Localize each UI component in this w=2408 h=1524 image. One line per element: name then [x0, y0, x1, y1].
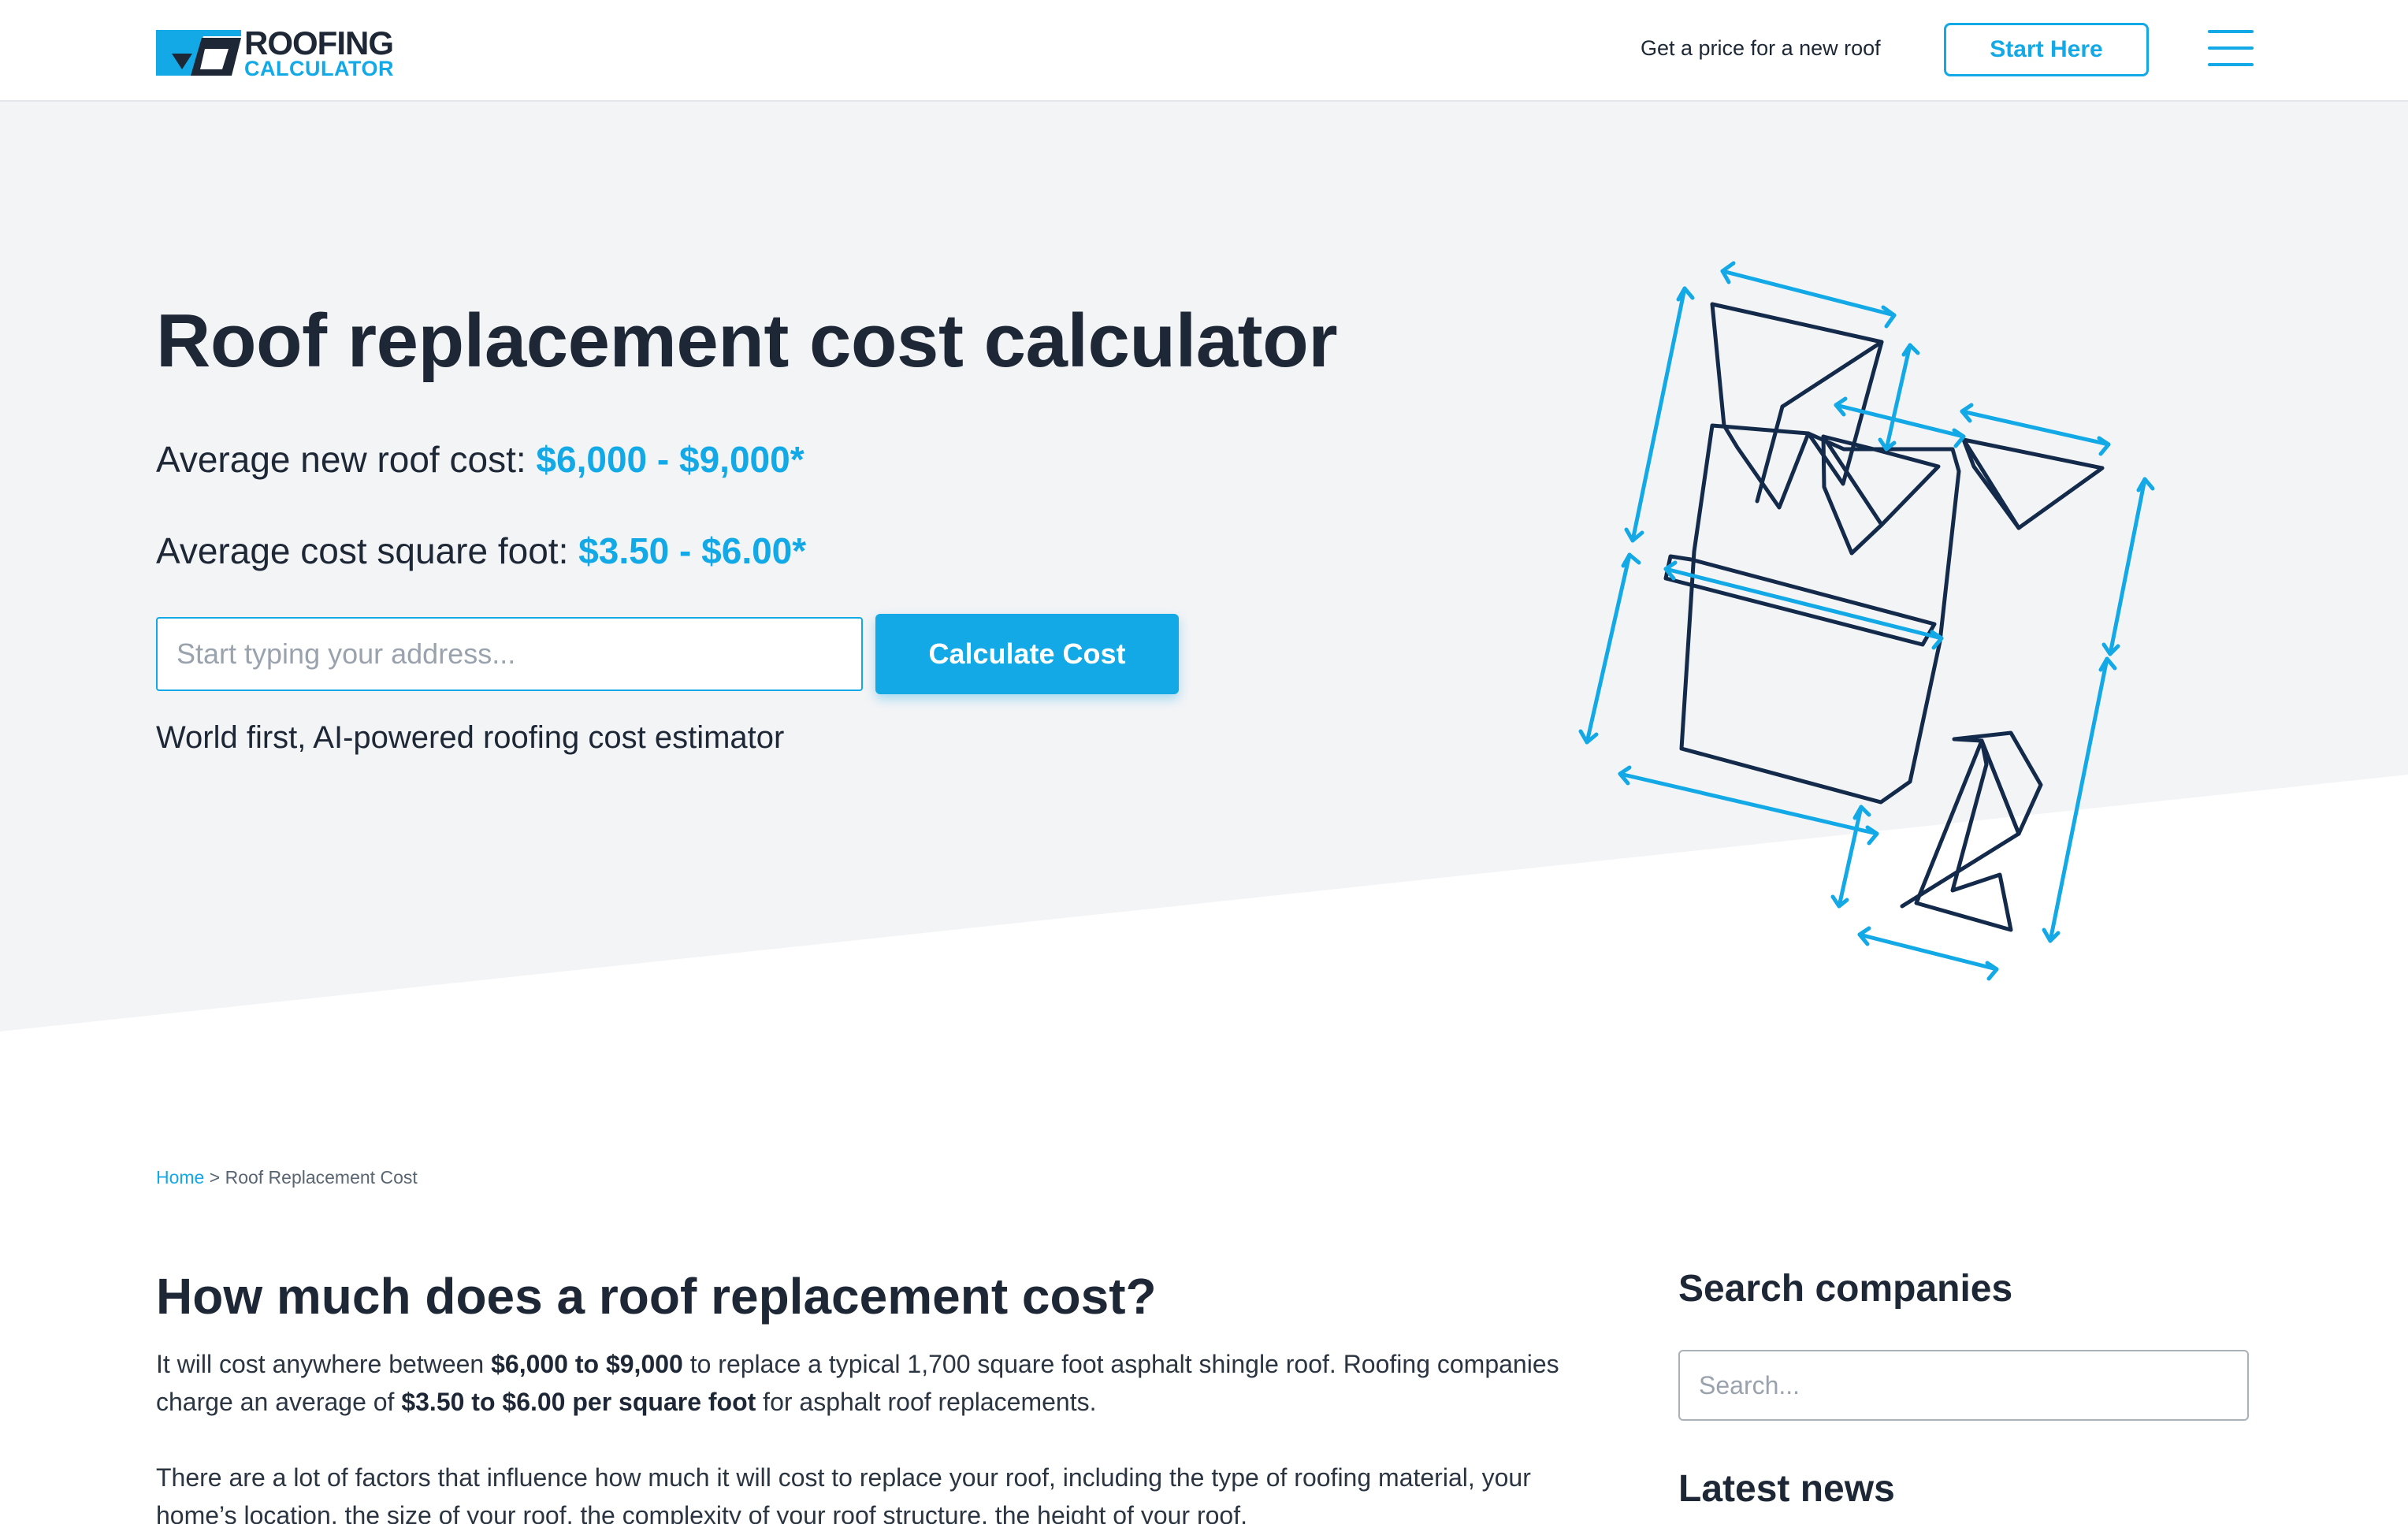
average-sqft-cost: Average cost square foot: $3.50 - $6.00* [156, 530, 806, 572]
breadcrumb-home-link[interactable]: Home [156, 1167, 204, 1188]
average-roof-cost: Average new roof cost: $6,000 - $9,000* [156, 438, 805, 481]
article-title: How much does a roof replacement cost? [156, 1268, 1157, 1325]
paragraph-text: It will cost anywhere between [156, 1350, 492, 1378]
breadcrumb-current: Roof Replacement Cost [225, 1167, 418, 1188]
roof-measurement-icon [1578, 261, 2155, 981]
logo-roof-icon [156, 30, 241, 76]
search-companies-title: Search companies [1678, 1268, 2013, 1310]
logo-text-roofing: ROOFING [244, 24, 394, 61]
paragraph-bold-price: $6,000 to $9,000 [491, 1350, 683, 1378]
site-logo[interactable]: ROOFING CALCULATOR [156, 24, 416, 80]
hamburger-menu-icon[interactable] [2208, 28, 2254, 68]
calculate-cost-button[interactable]: Calculate Cost [875, 614, 1179, 694]
logo-text-calculator: CALCULATOR [244, 56, 394, 80]
breadcrumb-separator: > [204, 1167, 225, 1188]
breadcrumb: Home > Roof Replacement Cost [156, 1167, 418, 1188]
header-cta-text: Get a price for a new roof [1641, 36, 1881, 60]
average-roof-cost-label: Average new roof cost: [156, 439, 537, 480]
address-input[interactable] [156, 617, 863, 691]
start-here-button[interactable]: Start Here [1944, 23, 2149, 76]
site-header: ROOFING CALCULATOR Get a price for a new… [0, 0, 2408, 102]
article-paragraph-1: It will cost anywhere between $6,000 to … [156, 1345, 1574, 1421]
hero-title: Roof replacement cost calculator [156, 299, 1338, 383]
paragraph-bold-sqft: $3.50 to $6.00 per square foot [401, 1388, 756, 1416]
hero-subtitle: World first, AI-powered roofing cost est… [156, 720, 785, 755]
article-paragraph-2: There are a lot of factors that influenc… [156, 1463, 1531, 1524]
search-companies-input[interactable] [1678, 1350, 2249, 1421]
paragraph-text: for asphalt roof replacements. [756, 1388, 1097, 1416]
latest-news-title: Latest news [1678, 1468, 1895, 1510]
average-sqft-cost-label: Average cost square foot: [156, 530, 579, 571]
average-sqft-cost-value: $3.50 - $6.00* [578, 530, 807, 571]
average-roof-cost-value: $6,000 - $9,000* [536, 439, 805, 480]
